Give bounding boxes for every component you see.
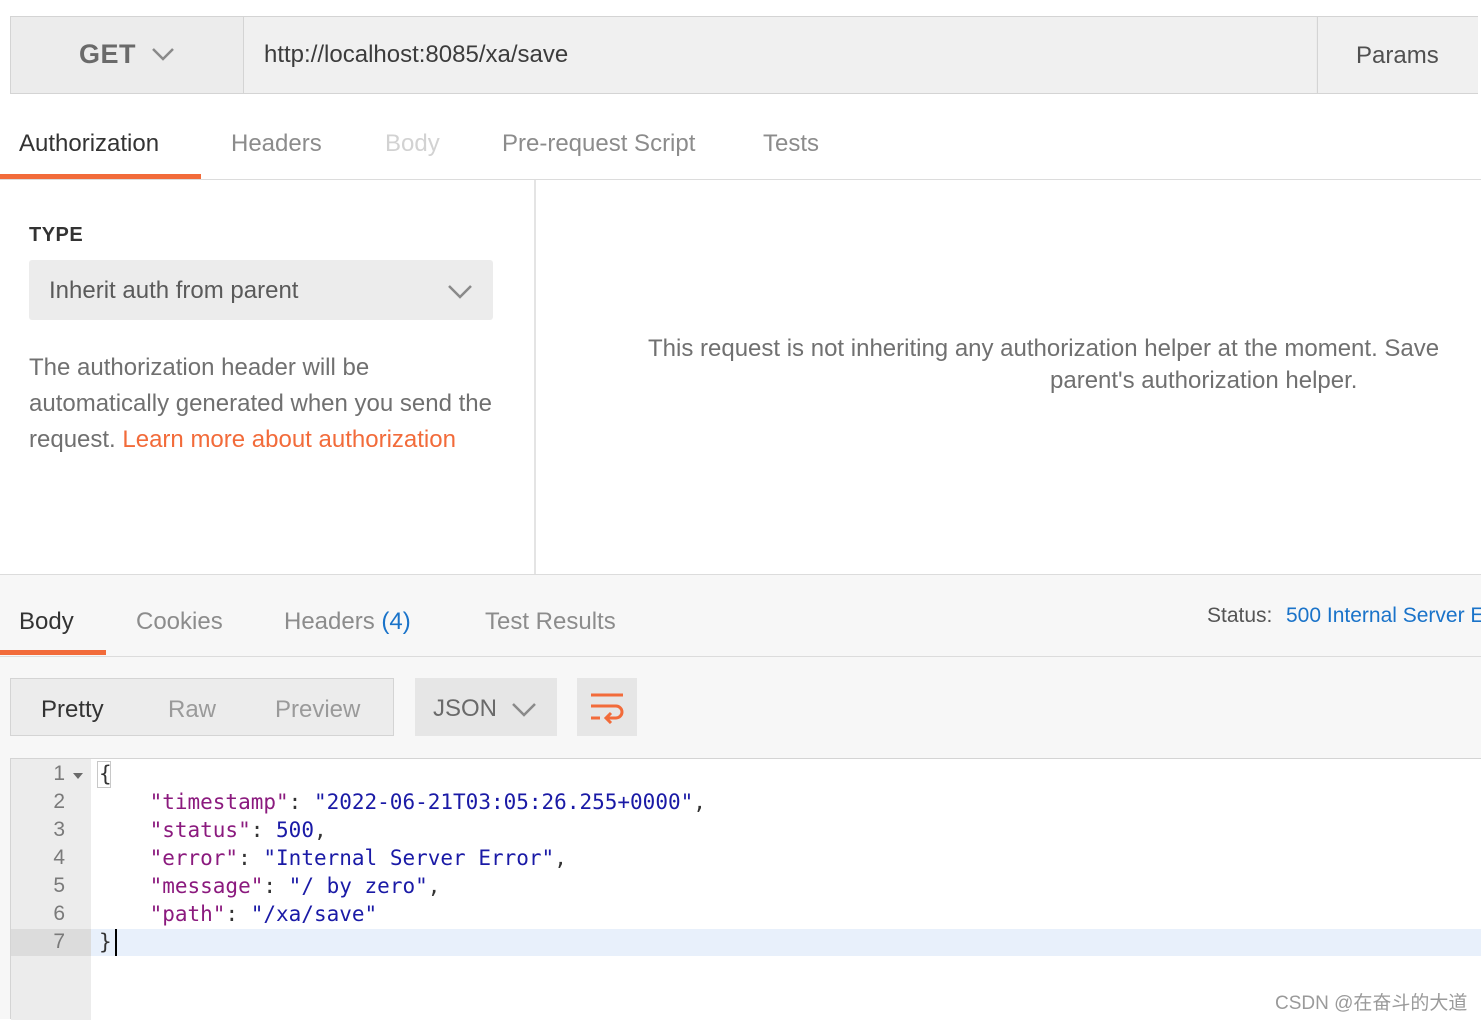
- code-line: "path": "/xa/save": [149, 902, 378, 926]
- json-value: "/xa/save": [250, 902, 378, 926]
- auth-info-text: This request is not inheriting any autho…: [648, 335, 1440, 362]
- json-value: "Internal Server Error": [263, 846, 555, 870]
- json-key: "path": [149, 902, 226, 926]
- line-number: 5: [53, 874, 65, 897]
- line-number: 6: [53, 902, 65, 925]
- code-line: "error": "Internal Server Error",: [149, 846, 567, 870]
- json-key: "message": [149, 874, 264, 898]
- language-value: JSON: [433, 695, 498, 722]
- response-tab-headers[interactable]: Headers (4): [284, 608, 411, 636]
- active-response-tab-indicator: [0, 650, 106, 655]
- json-key: "timestamp": [149, 790, 289, 814]
- json-value: 500: [276, 818, 314, 842]
- json-key: "status": [149, 818, 251, 842]
- headers-count-badge: (4): [381, 608, 411, 635]
- tab-authorization[interactable]: Authorization: [19, 130, 159, 158]
- text-cursor: [115, 929, 117, 956]
- auth-info-text-2: parent's authorization helper.: [1050, 367, 1358, 394]
- line-number: 4: [53, 846, 65, 869]
- tab-tests[interactable]: Tests: [763, 130, 819, 158]
- active-line-highlight: [91, 929, 1481, 956]
- url-text: http://localhost:8085/xa/save: [264, 41, 569, 68]
- pretty-button[interactable]: Pretty: [41, 696, 104, 724]
- format-toggle-group: Pretty Raw Preview: [10, 678, 394, 736]
- line-number: 2: [53, 790, 65, 813]
- json-key: "error": [149, 846, 239, 870]
- params-button[interactable]: Params: [1317, 17, 1478, 93]
- params-label: Params: [1356, 42, 1439, 69]
- response-tab-body[interactable]: Body: [19, 608, 74, 636]
- chevron-down-icon: [512, 703, 536, 717]
- response-tab-test-results[interactable]: Test Results: [485, 608, 616, 636]
- code-line: "timestamp": "2022-06-21T03:05:26.255+00…: [149, 790, 706, 814]
- response-tab-headers-label: Headers: [284, 608, 375, 635]
- line-number: 1: [53, 762, 65, 785]
- line-number: 7: [53, 930, 65, 953]
- auth-type-select[interactable]: Inherit auth from parent: [29, 260, 493, 320]
- json-value: "2022-06-21T03:05:26.255+0000": [313, 790, 694, 814]
- learn-more-link[interactable]: Learn more about authorization: [122, 426, 456, 453]
- auth-description: The authorization header will be automat…: [29, 350, 509, 458]
- code-line: {: [99, 762, 112, 786]
- status-value[interactable]: 500 Internal Server E: [1286, 604, 1481, 628]
- code-line: "status": 500,: [149, 818, 327, 842]
- tab-headers[interactable]: Headers: [231, 130, 322, 158]
- line-number: 3: [53, 818, 65, 841]
- auth-type-value: Inherit auth from parent: [49, 277, 299, 304]
- tabs-divider: [0, 179, 1481, 180]
- chevron-down-icon: [448, 285, 472, 299]
- code-line: }: [99, 930, 112, 954]
- fold-arrow-icon[interactable]: [73, 773, 83, 779]
- url-input[interactable]: http://localhost:8085/xa/save: [244, 17, 1316, 93]
- response-tabs-divider: [0, 656, 1481, 657]
- chevron-down-icon: [152, 48, 174, 61]
- panel-divider: [534, 180, 536, 575]
- raw-button[interactable]: Raw: [168, 696, 216, 724]
- code-line: "message": "/ by zero",: [149, 874, 441, 898]
- tab-pre-request-script[interactable]: Pre-request Script: [502, 130, 695, 158]
- json-value: "/ by zero": [288, 874, 428, 898]
- status-label: Status:: [1207, 604, 1273, 627]
- wrap-lines-button[interactable]: [577, 678, 637, 736]
- method-label: GET: [79, 39, 137, 69]
- method-dropdown[interactable]: GET: [11, 17, 244, 93]
- wrap-lines-icon: [591, 693, 624, 724]
- watermark: CSDN @在奋斗的大道: [1275, 993, 1468, 1014]
- request-bar: GET http://localhost:8085/xa/save Params: [10, 16, 1478, 94]
- tab-body[interactable]: Body: [385, 130, 440, 158]
- response-body-editor[interactable]: 1 2 3 4 5 6 7 { "timestamp": "2022-06-21…: [10, 758, 1481, 1020]
- preview-button[interactable]: Preview: [275, 696, 360, 724]
- language-select[interactable]: JSON: [415, 678, 557, 736]
- response-tab-cookies[interactable]: Cookies: [136, 608, 223, 636]
- auth-type-label: TYPE: [29, 224, 84, 246]
